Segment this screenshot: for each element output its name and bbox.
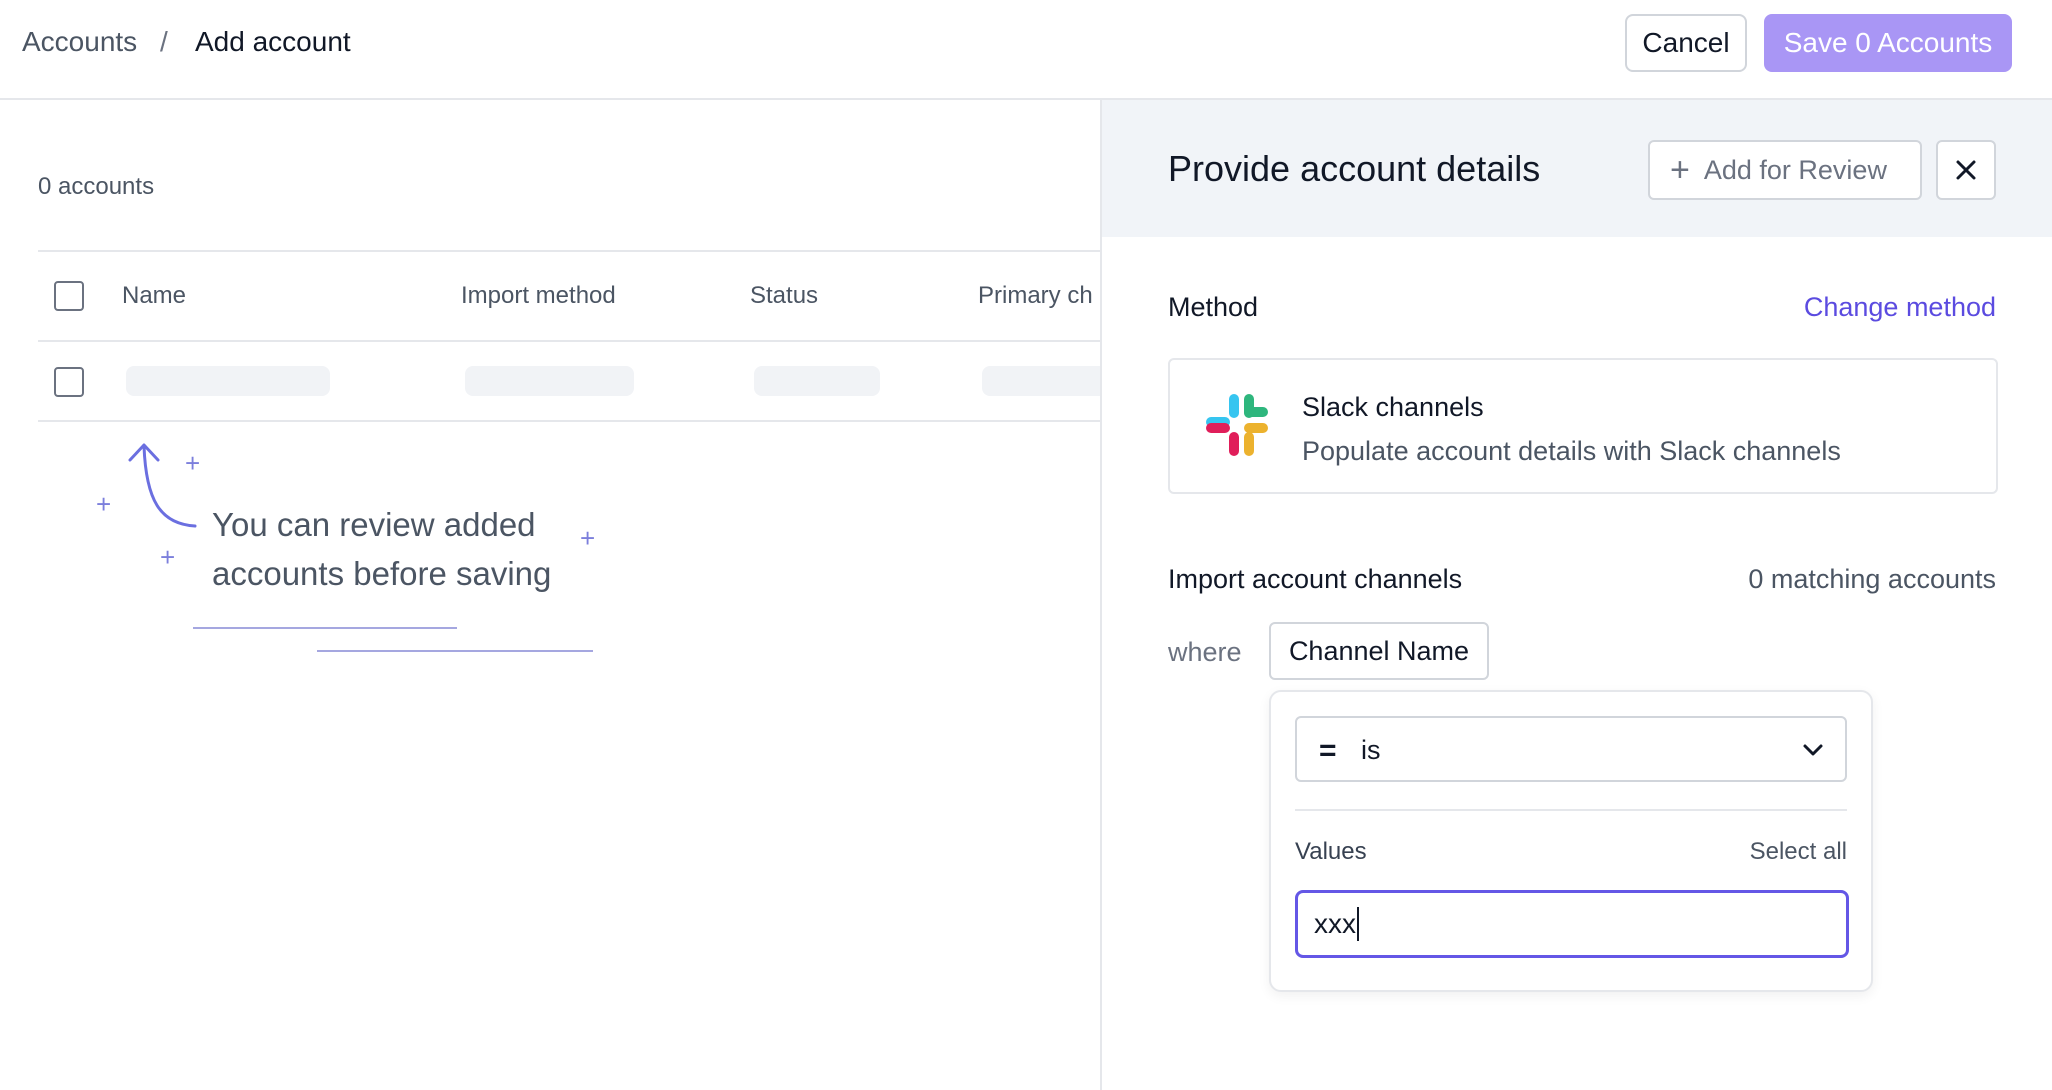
cancel-button[interactable]: Cancel bbox=[1625, 14, 1747, 72]
table-header-divider bbox=[38, 340, 1100, 342]
skeleton-import-method bbox=[465, 366, 634, 396]
plus-icon: + bbox=[1670, 151, 1690, 189]
breadcrumb-separator: / bbox=[160, 26, 168, 57]
column-header-primary-channel[interactable]: Primary ch bbox=[978, 282, 1100, 310]
slack-logo-icon bbox=[1206, 394, 1268, 456]
change-method-link[interactable]: Change method bbox=[1804, 292, 1996, 323]
table-top-divider bbox=[38, 250, 1100, 252]
operator-value: is bbox=[1361, 735, 1381, 765]
values-label: Values bbox=[1295, 838, 1367, 865]
select-all-link[interactable]: Select all bbox=[1750, 838, 1847, 866]
values-input[interactable]: xxx bbox=[1295, 890, 1849, 958]
sparkle-plus-icon: + bbox=[160, 542, 176, 572]
method-card[interactable]: Slack channels Populate account details … bbox=[1168, 358, 1998, 494]
column-header-import-method[interactable]: Import method bbox=[461, 282, 616, 310]
method-label: Method bbox=[1168, 292, 1259, 322]
panel-header: Provide account details + Add for Review bbox=[1102, 100, 2052, 237]
account-details-panel: Provide account details + Add for Review… bbox=[1100, 100, 2052, 1090]
operator-select[interactable]: = is bbox=[1295, 716, 1847, 782]
values-input-text: xxx bbox=[1314, 908, 1356, 939]
panel-title: Provide account details bbox=[1168, 148, 1541, 189]
sparkle-plus-icon: + bbox=[96, 489, 112, 519]
table-row-divider bbox=[38, 420, 1100, 422]
close-icon bbox=[1956, 160, 1976, 180]
accounts-count: 0 accounts bbox=[38, 173, 155, 200]
select-all-checkbox[interactable] bbox=[54, 281, 84, 311]
add-for-review-label: Add for Review bbox=[1703, 154, 1887, 185]
top-bar: Accounts / Add account Cancel Save 0 Acc… bbox=[0, 0, 2052, 100]
sparkle-plus-icon: + bbox=[580, 523, 596, 553]
field-chip-channel-name[interactable]: Channel Name bbox=[1269, 622, 1489, 680]
hint-underline bbox=[193, 627, 457, 629]
hint-underline bbox=[317, 650, 593, 652]
chevron-down-icon bbox=[1803, 744, 1823, 756]
equals-icon: = bbox=[1319, 734, 1337, 767]
matching-accounts-count: 0 matching accounts bbox=[1748, 564, 1996, 594]
skeleton-status bbox=[754, 366, 880, 396]
breadcrumb-accounts-link[interactable]: Accounts bbox=[22, 26, 137, 58]
add-for-review-button[interactable]: + Add for Review bbox=[1648, 140, 1922, 200]
skeleton-primary-channel bbox=[982, 366, 1100, 396]
skeleton-name bbox=[126, 366, 330, 396]
text-caret bbox=[1357, 907, 1359, 941]
filter-dropdown: = is Values Select all xxx bbox=[1269, 690, 1873, 992]
method-card-subtitle: Populate account details with Slack chan… bbox=[1302, 436, 1841, 466]
close-panel-button[interactable] bbox=[1936, 140, 1996, 200]
column-header-name[interactable]: Name bbox=[122, 282, 186, 310]
dropdown-divider bbox=[1295, 809, 1847, 811]
save-accounts-button[interactable]: Save 0 Accounts bbox=[1764, 14, 2012, 72]
method-card-title: Slack channels bbox=[1302, 392, 1484, 422]
column-header-status[interactable]: Status bbox=[750, 282, 818, 310]
where-label: where bbox=[1168, 637, 1242, 667]
row-checkbox[interactable] bbox=[54, 367, 84, 397]
review-hint-text: You can review added accounts before sav… bbox=[212, 506, 552, 592]
import-channels-label: Import account channels bbox=[1168, 564, 1463, 594]
page-title: Add account bbox=[195, 26, 351, 57]
sparkle-plus-icon: + bbox=[185, 448, 201, 478]
